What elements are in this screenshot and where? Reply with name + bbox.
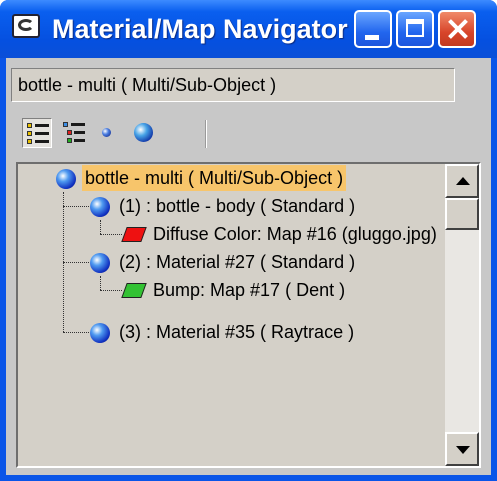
list-view-button[interactable]	[22, 118, 52, 148]
large-icons-icon	[134, 123, 153, 142]
map-parallelogram-green-icon	[121, 283, 147, 298]
tree-connector	[63, 262, 89, 263]
arrow-up-icon	[456, 177, 470, 185]
small-icons-icon	[102, 128, 111, 137]
client-area: bottle - multi ( Multi/Sub-Object ) bott…	[6, 58, 491, 475]
material-map-navigator-window: Material/Map Navigator bottle - multi ( …	[0, 0, 497, 481]
tree-connector	[63, 332, 89, 333]
title-bar[interactable]: Material/Map Navigator	[0, 0, 497, 58]
material-sphere-icon	[90, 323, 110, 343]
list-small-icons-button[interactable]	[59, 118, 89, 148]
tree-connector	[100, 234, 122, 235]
large-icons-button[interactable]	[128, 118, 158, 148]
tree-item-label: Diffuse Color: Map #16 (gluggo.jpg)	[153, 224, 437, 244]
app-icon[interactable]	[12, 14, 40, 38]
material-name-field[interactable]: bottle - multi ( Multi/Sub-Object )	[11, 68, 455, 102]
view-toolbar	[6, 116, 491, 158]
material-sphere-icon	[56, 169, 76, 189]
list-view-icon	[27, 122, 49, 144]
tree-item-label: (3) : Material #35 ( Raytrace )	[119, 322, 355, 342]
maximize-button[interactable]	[396, 10, 434, 48]
map-parallelogram-red-icon	[121, 227, 147, 242]
arrow-down-icon	[456, 446, 470, 454]
tree-item-label: Bump: Map #17 ( Dent )	[153, 280, 346, 300]
tree-connector	[63, 206, 89, 207]
tree-item-label: bottle - multi ( Multi/Sub-Object )	[82, 165, 347, 191]
tree-item-label: (1) : bottle - body ( Standard )	[119, 196, 356, 216]
tree-connector	[100, 290, 122, 291]
close-button[interactable]	[438, 10, 476, 48]
scroll-up-button[interactable]	[445, 164, 479, 198]
tree-viewport: bottle - multi ( Multi/Sub-Object ) (1) …	[18, 164, 447, 468]
tree-connector	[100, 276, 101, 290]
list-small-icons-icon	[63, 121, 85, 143]
scroll-down-button[interactable]	[445, 432, 479, 466]
small-icons-button[interactable]	[92, 118, 122, 148]
scroll-thumb[interactable]	[445, 198, 479, 230]
material-sphere-icon	[90, 197, 110, 217]
vertical-scrollbar[interactable]	[445, 164, 479, 466]
toolbar-separator	[205, 120, 207, 148]
material-sphere-icon	[90, 253, 110, 273]
material-tree: bottle - multi ( Multi/Sub-Object ) (1) …	[16, 162, 481, 468]
minimize-button[interactable]	[354, 10, 392, 48]
tree-item-label: (2) : Material #27 ( Standard )	[119, 252, 356, 272]
tree-connector	[100, 220, 101, 234]
window-title: Material/Map Navigator	[52, 14, 348, 44]
